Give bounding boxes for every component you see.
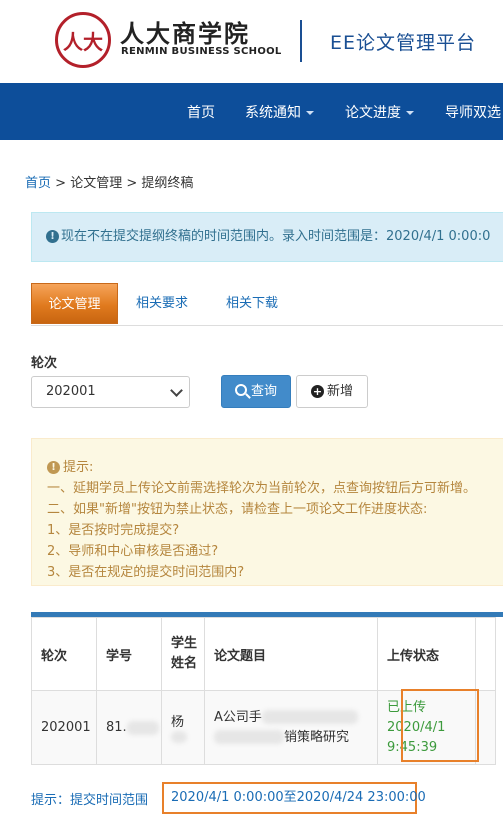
cell-student-name: 杨 <box>161 690 205 765</box>
plus-circle-icon: + <box>310 385 324 398</box>
thesis-table: 轮次 学号 学生姓名 论文题目 上传状态 202001 81. 杨 A公司手销策… <box>31 612 503 770</box>
search-button-label: 查询 <box>250 384 277 399</box>
redacted-mask <box>261 710 358 724</box>
site-header: 人大 人大商学院 RENMIN BUSINESS SCHOOL EE论文管理平台 <box>0 0 503 83</box>
nav-item-home[interactable]: 首页 <box>187 102 215 122</box>
nav-item-notifications[interactable]: 系统通知 <box>245 102 314 122</box>
breadcrumb-separator: > <box>122 176 142 191</box>
nav-item-progress[interactable]: 论文进度 <box>345 102 414 122</box>
col-header-thesis-title: 论文题目 <box>204 617 378 691</box>
cell-round: 202001 <box>31 690 97 765</box>
redacted-mask <box>126 720 159 735</box>
col-header-round: 轮次 <box>31 617 97 691</box>
table-row: 202001 81. 杨 A公司手销策略研究 已上传 2020/4/1 9:45:3… <box>31 690 496 765</box>
cell-upload-status: 已上传 2020/4/1 9:45:39 <box>377 690 476 765</box>
info-icon: ! <box>47 461 60 474</box>
redacted-mask <box>171 731 187 743</box>
warning-line: 2、导师和中心审核是否通过? <box>47 544 219 559</box>
submission-hint: 提示：提交时间范围 <box>31 793 149 808</box>
cell-student-id: 81. <box>96 690 162 765</box>
warning-alert: ! 提示: 一、延期学员上传论文前需选择轮次为当前轮次，点查询按钮后方可新增。 二… <box>31 438 503 586</box>
col-header-student-name-text: 学生姓名 <box>171 636 198 671</box>
col-header-more <box>475 617 496 691</box>
info-icon: ! <box>46 230 59 243</box>
submission-time-range: 2020/4/1 0:00:00至2020/4/24 23:00:00 <box>162 782 426 814</box>
main-nav: 首页 系统通知 论文进度 导师双选 <box>0 83 503 140</box>
warning-line: 二、如果"新增"按钮为禁止状态，请检查上一项论文工作进度状态: <box>47 502 428 517</box>
tab-thesis-management[interactable]: 论文管理 <box>31 283 118 324</box>
breadcrumb: 首页 > 论文管理 > 提纲终稿 <box>25 172 193 191</box>
tab-downloads[interactable]: 相关下载 <box>226 283 278 324</box>
search-icon <box>234 383 247 396</box>
nav-item-label: 论文进度 <box>345 105 401 121</box>
warning-line: 一、延期学员上传论文前需选择轮次为当前轮次，点查询按钮后方可新增。 <box>47 481 477 496</box>
cell-thesis-title: A公司手销策略研究 <box>204 690 378 765</box>
tab-requirements[interactable]: 相关要求 <box>136 283 188 324</box>
nav-item-advisor-selection[interactable]: 导师双选 <box>445 102 501 122</box>
chevron-down-icon <box>406 111 414 115</box>
redacted-mask <box>214 730 284 744</box>
header-divider <box>300 20 302 62</box>
nav-item-label: 导师双选 <box>445 105 501 121</box>
round-select[interactable]: 202001 <box>31 376 190 408</box>
upload-status-time: 9:45:39 <box>387 739 438 755</box>
school-name-cn: 人大商学院 <box>120 20 250 48</box>
school-name-en: RENMIN BUSINESS SCHOOL <box>121 46 282 57</box>
chevron-down-icon <box>306 111 314 115</box>
tab-bar: 论文管理 相关要求 相关下载 <box>31 283 503 326</box>
breadcrumb-home-link[interactable]: 首页 <box>25 176 51 191</box>
chevron-down-icon <box>170 384 183 397</box>
nav-item-label: 系统通知 <box>245 105 301 121</box>
info-alert: ! 现在不在提交提纲终稿的时间范围内。录入时间范围是：2020/4/1 0:00:… <box>31 212 503 262</box>
student-name-text: 杨 <box>171 714 185 730</box>
breadcrumb-current: 提纲终稿 <box>141 176 194 191</box>
thesis-title-text: 销策略研究 <box>284 729 350 745</box>
breadcrumb-level2: 论文管理 <box>70 176 123 191</box>
col-header-student-id: 学号 <box>96 617 162 691</box>
col-header-upload-status: 上传状态 <box>377 617 476 691</box>
upload-status-date: 2020/4/1 <box>387 719 446 735</box>
logo-seal-text: 人大 <box>63 29 103 54</box>
warning-line: 1、是否按时完成提交? <box>47 523 180 538</box>
breadcrumb-separator: > <box>51 176 71 191</box>
thesis-table-grid: 轮次 学号 学生姓名 论文题目 上传状态 202001 81. 杨 A公司手销策… <box>31 617 496 765</box>
add-button-label: 新增 <box>326 384 353 399</box>
info-alert-text: 现在不在提交提纲终稿的时间范围内。录入时间范围是：2020/4/1 0:00:0 <box>61 229 491 244</box>
round-select-value: 202001 <box>46 384 96 399</box>
nav-item-label: 首页 <box>187 105 215 121</box>
round-label: 轮次 <box>31 356 58 371</box>
table-header-row: 轮次 学号 学生姓名 论文题目 上传状态 <box>31 617 496 691</box>
warning-title-text: 提示: <box>63 460 94 475</box>
warning-line: 3、是否在规定的提交时间范围内? <box>47 565 245 580</box>
upload-status-text: 已上传 <box>387 699 427 715</box>
warning-title: ! 提示: <box>47 456 93 475</box>
thesis-title-text: A公司手 <box>214 709 262 725</box>
student-id-text: 81. <box>106 720 127 735</box>
cell-more <box>475 690 496 765</box>
platform-title: EE论文管理平台 <box>330 32 477 54</box>
add-button[interactable]: + 新增 <box>296 375 368 408</box>
search-button[interactable]: 查询 <box>221 375 291 408</box>
col-header-student-name: 学生姓名 <box>161 617 205 691</box>
university-seal-logo: 人大 <box>55 12 111 68</box>
